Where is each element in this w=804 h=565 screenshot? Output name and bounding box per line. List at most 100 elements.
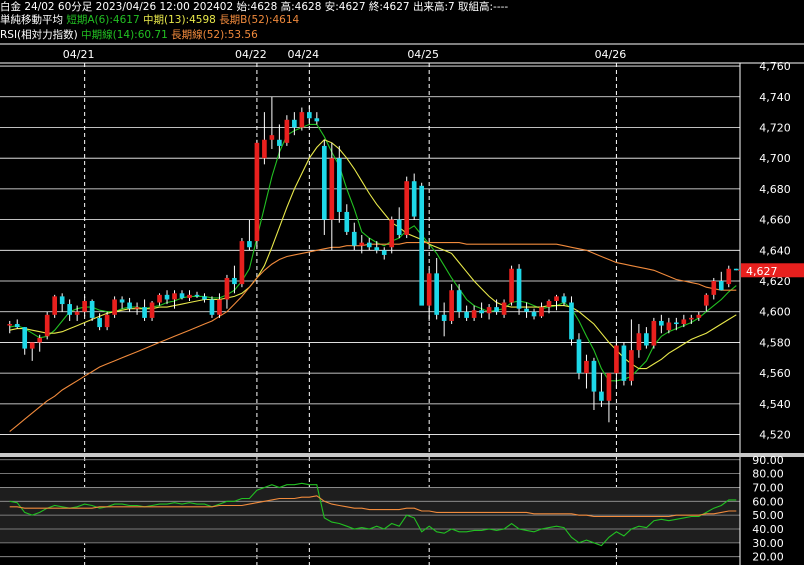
candle [307, 105, 312, 125]
rsi-legend: RSI(相対力指数) 中期線(14):60.71 長期線(52):53.56 [0, 28, 258, 42]
candle-body [209, 299, 215, 315]
candle-body [449, 290, 454, 321]
candle [696, 311, 702, 321]
candle-body [29, 342, 35, 349]
rsi-tick-label: 50.00 [752, 509, 784, 522]
date-label: 04/24 [287, 48, 319, 61]
candle-body [659, 320, 664, 326]
candle [82, 296, 87, 317]
candle-body [254, 142, 260, 242]
candle-body [262, 139, 267, 159]
candle-body [599, 391, 604, 401]
candle [232, 265, 237, 294]
low-value: 安:4627 [324, 1, 366, 13]
price-tick-label: 4,720 [759, 121, 791, 134]
price-tick-label: 4,520 [759, 429, 791, 442]
price-tick-label: 4,640 [759, 244, 791, 257]
candle-body [726, 268, 732, 285]
rsi-tick-label: 20.00 [752, 551, 784, 564]
candle [703, 293, 709, 312]
candle-body [67, 304, 72, 315]
candle-body [14, 324, 20, 328]
candle [434, 258, 439, 320]
candle [644, 327, 649, 349]
candle-body [516, 268, 522, 309]
candle-body [314, 118, 320, 122]
moving-average-lines [9, 123, 737, 432]
candle [479, 302, 484, 318]
rsi-tick-label: 70.00 [752, 481, 784, 494]
candle-body [247, 241, 252, 248]
ma-title: 単純移動平均 [0, 14, 63, 26]
candle-body [464, 311, 469, 318]
price-tick-label: 4,680 [759, 183, 791, 196]
candle [381, 247, 387, 260]
date-label: 04/25 [407, 48, 439, 61]
candle-body [441, 314, 447, 321]
candle [254, 139, 260, 248]
candle-body [329, 158, 335, 220]
candle-body [202, 296, 207, 300]
candle-body [554, 296, 559, 301]
rsi-title: RSI(相対力指数) [0, 29, 78, 41]
candle-body [404, 181, 410, 235]
price-axis: 4,5204,5404,5604,5804,6004,6204,6404,660… [738, 60, 804, 453]
candle [389, 216, 395, 254]
candle-body [97, 317, 102, 328]
candle [157, 293, 162, 306]
rsi-tick-label: 80.00 [752, 468, 784, 481]
candle [554, 294, 559, 311]
candle-body [134, 307, 140, 309]
candle [194, 291, 200, 298]
candle [659, 314, 664, 334]
candle [411, 173, 417, 220]
candle-body [336, 158, 342, 212]
candle [591, 357, 597, 411]
candle-body [546, 300, 552, 308]
candle-body [22, 327, 28, 349]
candle-body [194, 294, 200, 297]
candle [404, 176, 410, 239]
candle-body [7, 324, 13, 326]
candle [149, 300, 155, 321]
close-value: 終:4627 [368, 1, 410, 13]
candle-body [344, 211, 350, 232]
candle [584, 354, 589, 389]
candle-body [381, 250, 387, 255]
candle-body [217, 299, 222, 315]
rsi-grid [0, 453, 804, 558]
candle [314, 112, 320, 125]
price-tick-label: 4,580 [759, 336, 791, 349]
price-tick-label: 4,560 [759, 367, 791, 380]
rsi-tick-label: 90.00 [752, 454, 784, 467]
candle [524, 302, 529, 318]
candle [599, 373, 604, 407]
candle [651, 317, 657, 349]
candle-body [269, 135, 275, 140]
candle-body [636, 333, 642, 351]
candle [224, 274, 230, 309]
price-tick-label: 4,540 [759, 398, 791, 411]
candle-body [426, 273, 432, 306]
candle [284, 115, 290, 146]
candle-body [718, 281, 724, 291]
candle [239, 238, 245, 288]
candle-body [74, 311, 80, 315]
date-label: 04/22 [235, 48, 267, 61]
candle [277, 124, 282, 159]
candle-body [44, 314, 50, 337]
candle-body [112, 299, 117, 315]
candle-body [621, 345, 627, 381]
candle-body [486, 307, 492, 314]
date-axis-labels: 04/21 04/22 04/24 04/25 04/26 [0, 43, 804, 64]
candle [636, 324, 642, 358]
candle-body [232, 277, 237, 285]
candle [142, 299, 147, 321]
candle [419, 182, 425, 306]
candle [441, 302, 447, 337]
candle-body [187, 294, 192, 298]
candle [89, 299, 95, 321]
candle-body [284, 119, 290, 143]
candle-body [292, 119, 297, 128]
ma-long-legend: 長期B(52):4614 [219, 14, 300, 26]
